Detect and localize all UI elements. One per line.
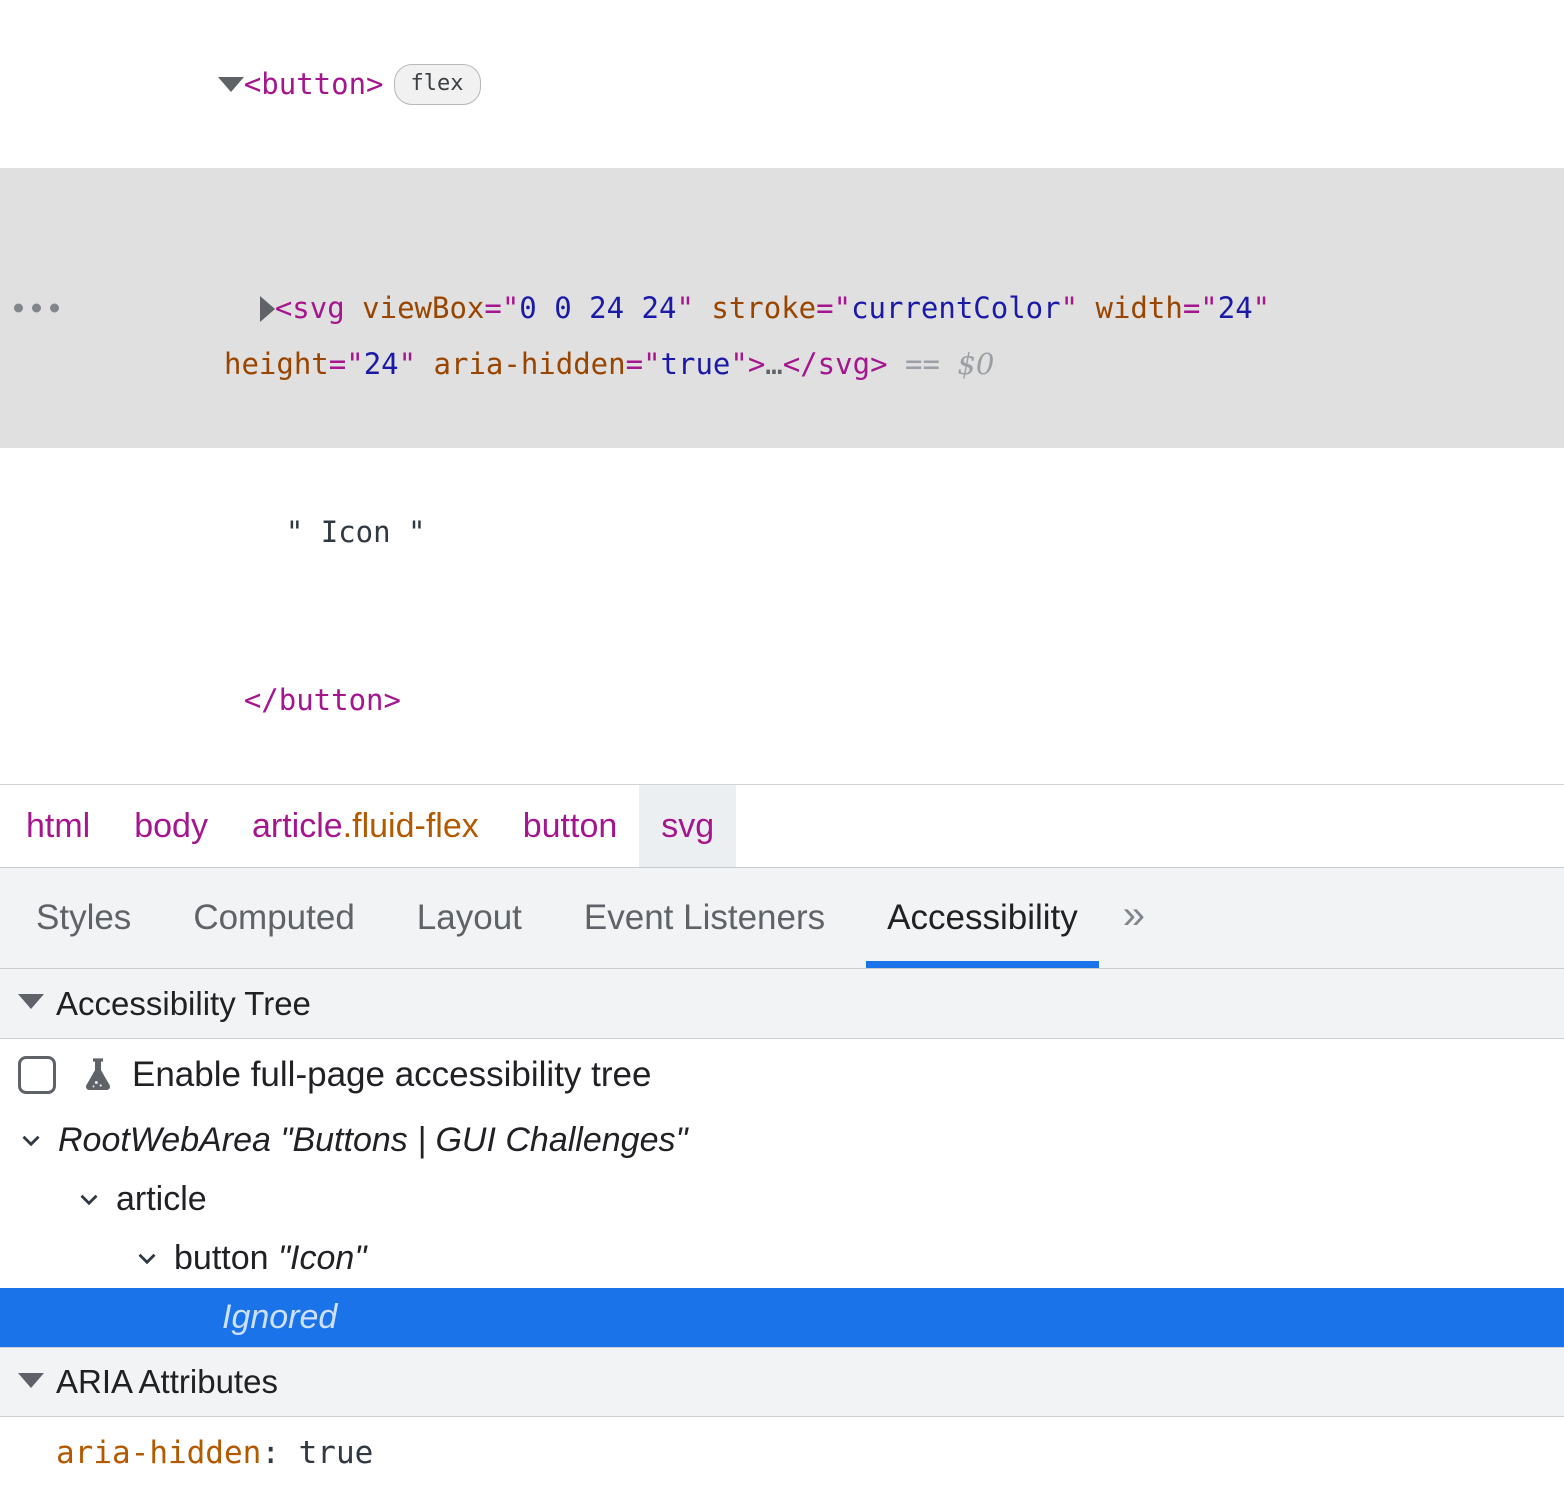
a11y-node-role-rootwebarea: RootWebArea — [58, 1121, 271, 1159]
dom-line-button-open[interactable]: <button> flex — [0, 0, 1564, 168]
dom-collapsed-children-ellipsis[interactable]: … — [765, 347, 782, 381]
dom-attr-name-stroke[interactable]: stroke — [711, 291, 816, 325]
tab-overflow-button[interactable]: » — [1109, 868, 1171, 968]
disclosure-triangle-down-icon[interactable] — [217, 76, 244, 92]
console-ref-variable: $0 — [957, 347, 995, 381]
dom-attr-name-aria-hidden[interactable]: aria-hidden — [434, 347, 626, 381]
tab-layout[interactable]: Layout — [386, 868, 553, 968]
aria-attribute-separator: : — [261, 1435, 299, 1471]
dom-line-text-node[interactable]: " Icon " — [0, 448, 1564, 616]
chevron-down-icon[interactable] — [132, 1246, 162, 1272]
a11y-node-ignored[interactable]: Ignored — [0, 1288, 1564, 1347]
dom-tag-button-open[interactable]: <button> — [244, 67, 384, 101]
dom-more-dots-icon[interactable] — [14, 303, 59, 313]
dom-tag-svg-open[interactable]: <svg — [275, 291, 345, 325]
dom-tag-svg-close: </svg> — [782, 347, 888, 381]
accessibility-tree-section-title: Accessibility Tree — [56, 984, 311, 1022]
dom-attr-name-height[interactable]: height — [224, 347, 329, 381]
dom-attr-value-aria-hidden[interactable]: true — [661, 347, 731, 381]
dom-attr-name-viewbox[interactable]: viewBox — [362, 291, 484, 325]
tab-event-listeners[interactable]: Event Listeners — [553, 868, 856, 968]
breadcrumb-label-button: button — [522, 806, 618, 845]
tab-accessibility[interactable]: Accessibility — [856, 868, 1109, 968]
tab-label-layout: Layout — [416, 898, 522, 937]
breadcrumb-label-svg: svg — [661, 806, 715, 845]
a11y-node-article[interactable]: article — [0, 1170, 1564, 1229]
breadcrumb-label-body: body — [134, 806, 208, 845]
breadcrumb-item-body[interactable]: body — [112, 785, 230, 867]
dom-line-button-close[interactable]: </button> — [0, 616, 1564, 784]
breadcrumb: html body article .fluid-flex button svg — [0, 785, 1564, 867]
aria-attributes-section-title: ARIA Attributes — [56, 1363, 278, 1400]
tab-label-computed: Computed — [193, 898, 355, 937]
dom-attr-value-stroke[interactable]: currentColor — [851, 291, 1061, 325]
dom-attr-value-height[interactable]: 24 — [364, 347, 399, 381]
a11y-node-name-button-text: "Icon" — [277, 1239, 367, 1277]
aria-attribute-value: true — [298, 1435, 374, 1471]
flex-badge[interactable]: flex — [393, 64, 481, 105]
breadcrumb-item-html[interactable]: html — [0, 785, 112, 867]
a11y-node-button[interactable]: button "Icon" — [0, 1229, 1564, 1288]
section-collapse-triangle-icon[interactable] — [18, 1372, 44, 1388]
aria-attribute-row[interactable]: aria-hidden: true — [0, 1417, 1564, 1489]
aria-attributes-section-header[interactable]: ARIA Attributes — [0, 1347, 1564, 1417]
chevron-down-icon[interactable] — [74, 1187, 104, 1213]
chevron-double-right-icon: » — [1122, 893, 1145, 937]
experiment-flask-icon — [85, 1058, 111, 1090]
console-ref-equals: == — [905, 347, 940, 381]
accessibility-tree-section-header[interactable]: Accessibility Tree — [0, 969, 1564, 1039]
disclosure-triangle-right-icon[interactable] — [259, 296, 275, 322]
a11y-node-name-rootwebarea: "Buttons | GUI Challenges" — [280, 1121, 688, 1159]
dom-tag-button-close[interactable]: </button> — [244, 683, 401, 717]
aria-attribute-name: aria-hidden — [56, 1435, 262, 1471]
accessibility-tree-body: Enable full-page accessibility tree Root… — [0, 1039, 1564, 1347]
full-page-accessibility-tree-row[interactable]: Enable full-page accessibility tree — [0, 1039, 1564, 1111]
chevron-down-icon[interactable] — [16, 1128, 46, 1154]
section-collapse-triangle-icon[interactable] — [18, 994, 44, 1009]
breadcrumb-class-article: .fluid-flex — [342, 806, 479, 845]
dom-text-node-icon-label[interactable]: " Icon " — [286, 515, 426, 549]
breadcrumb-item-svg[interactable]: svg — [639, 785, 737, 867]
dom-attr-value-viewbox[interactable]: 0 0 24 24 — [519, 291, 676, 325]
a11y-node-rootwebarea[interactable]: RootWebArea "Buttons | GUI Challenges" — [0, 1111, 1564, 1170]
dom-attr-value-width[interactable]: 24 — [1218, 291, 1253, 325]
dom-tree-panel: <button> flex <svg viewBox="0 0 24 24" st… — [0, 0, 1564, 784]
full-page-tree-checkbox[interactable] — [18, 1056, 56, 1094]
a11y-node-role-button: button — [174, 1239, 269, 1277]
breadcrumb-item-button[interactable]: button — [501, 785, 640, 867]
dom-attr-name-width[interactable]: width — [1096, 291, 1183, 325]
devtools-sidebar-tabbar: Styles Computed Layout Event Listeners A… — [0, 867, 1564, 969]
tab-label-styles: Styles — [36, 898, 132, 937]
tab-label-accessibility: Accessibility — [887, 898, 1078, 937]
tab-computed[interactable]: Computed — [162, 868, 385, 968]
a11y-node-role-article: article — [116, 1180, 207, 1218]
dom-line-svg[interactable]: <svg viewBox="0 0 24 24" stroke="current… — [0, 168, 1564, 448]
breadcrumb-label-html: html — [26, 806, 91, 845]
breadcrumb-label-article: article — [251, 806, 343, 845]
full-page-tree-label: Enable full-page accessibility tree — [132, 1055, 652, 1094]
breadcrumb-item-article[interactable]: article .fluid-flex — [230, 785, 501, 867]
aria-attributes-body: aria-hidden: true — [0, 1417, 1564, 1489]
a11y-node-role-ignored: Ignored — [222, 1298, 338, 1336]
tab-label-event-listeners: Event Listeners — [583, 898, 826, 937]
tab-styles[interactable]: Styles — [0, 868, 162, 968]
